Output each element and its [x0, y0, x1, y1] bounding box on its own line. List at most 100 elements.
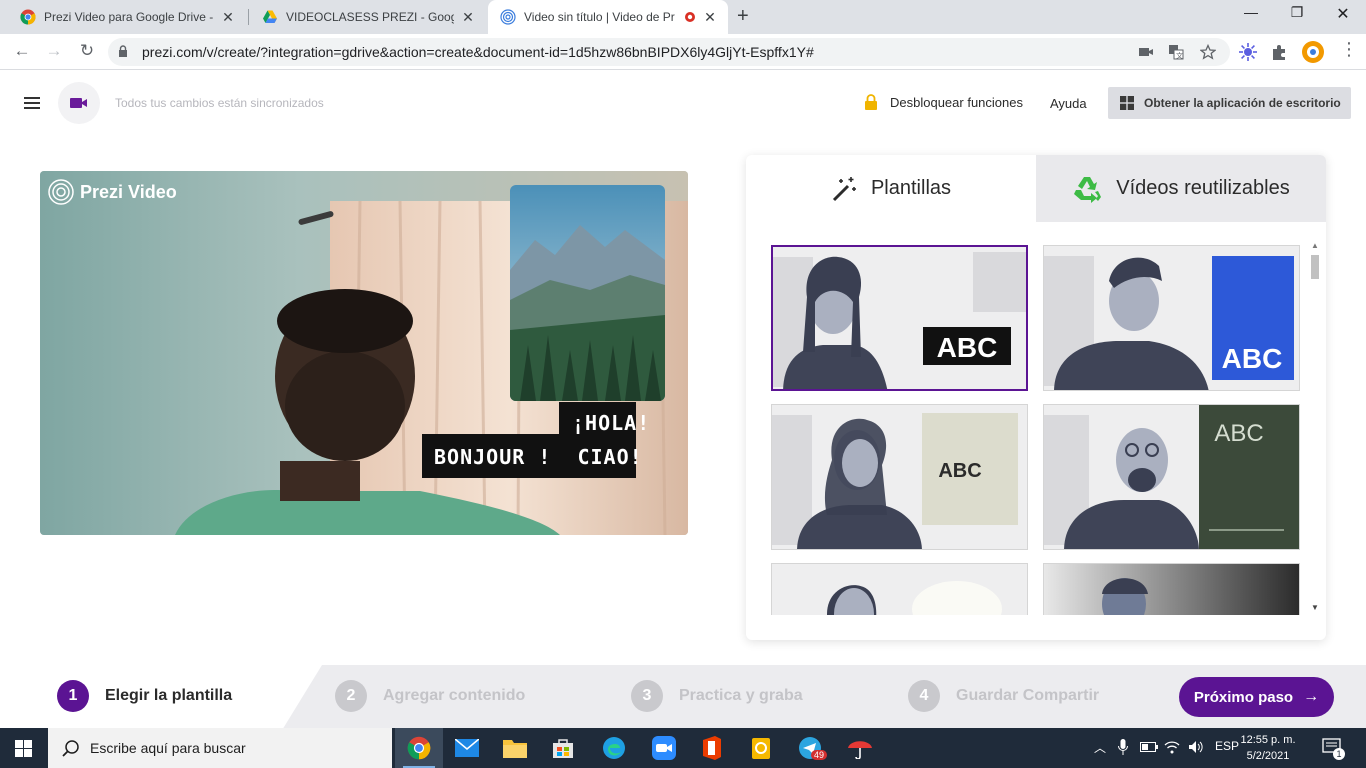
template-scrollbar[interactable]: ▲ ▼: [1309, 241, 1321, 615]
svg-text:文: 文: [1176, 51, 1183, 60]
arrow-right-icon: →: [1303, 688, 1320, 705]
taskbar-office[interactable]: [688, 728, 736, 768]
template-thumbnail[interactable]: ABC: [771, 245, 1028, 391]
taskbar-app-umbrella[interactable]: [836, 728, 884, 768]
reload-button[interactable]: ↻: [76, 41, 98, 61]
template-label: ABC: [938, 460, 981, 482]
new-tab-button[interactable]: +: [737, 5, 749, 28]
mountain-image: [510, 185, 665, 401]
tab-plantillas[interactable]: Plantillas: [746, 155, 1036, 222]
forward-button[interactable]: →: [43, 41, 65, 61]
profile-avatar-icon[interactable]: [1301, 40, 1325, 64]
minimize-button[interactable]: —: [1228, 4, 1274, 20]
app-header: Todos tus cambios están sincronizados De…: [0, 71, 1366, 135]
browser-tab-prezi-drive[interactable]: Prezi Video para Google Drive - C ✕: [8, 0, 246, 34]
camera-icon[interactable]: [1138, 44, 1154, 60]
tab-plantillas-label: Plantillas: [870, 177, 952, 199]
taskbar-telegram[interactable]: 49: [786, 728, 834, 768]
get-desktop-app-button[interactable]: Obtener la aplicación de escritorio: [1108, 87, 1351, 119]
help-link[interactable]: Ayuda: [1050, 96, 1087, 111]
prezi-icon: [500, 9, 516, 25]
unlock-label: Desbloquear funciones: [890, 94, 1023, 110]
template-thumbnail[interactable]: ABC: [771, 404, 1028, 550]
tab-videos-reutilizables[interactable]: Vídeos reutilizables: [1036, 155, 1326, 222]
search-placeholder: Escribe aquí para buscar: [90, 740, 246, 756]
volume-icon[interactable]: [1188, 740, 1204, 754]
sync-status: Todos tus cambios están sincronizados: [115, 96, 324, 110]
magic-wand-icon: [832, 176, 856, 201]
video-camera-icon: [70, 98, 87, 108]
browser-tab-google-drive[interactable]: VIDEOCLASESS PREZI - Google D ✕: [250, 0, 486, 34]
close-tab-icon[interactable]: ✕: [702, 9, 718, 26]
close-window-button[interactable]: ✕: [1320, 4, 1366, 24]
unlock-features-button[interactable]: Desbloquear funciones: [864, 94, 1023, 110]
taskbar-search-box[interactable]: Escribe aquí para buscar: [48, 728, 392, 768]
clock-date: 5/2/2021: [1246, 750, 1290, 762]
close-tab-icon[interactable]: ✕: [220, 9, 236, 26]
folder-icon: [503, 740, 527, 758]
template-thumbnail[interactable]: [1043, 563, 1300, 615]
omnibox[interactable]: prezi.com/v/create/?integration=gdrive&a…: [108, 38, 1230, 66]
maximize-button[interactable]: ❐: [1274, 4, 1320, 21]
taskbar-file-explorer[interactable]: [491, 728, 539, 768]
tab-title: Video sin título | Video de Pr: [524, 10, 675, 24]
scrollbar-thumb[interactable]: [1311, 255, 1319, 279]
notes-icon: [752, 738, 770, 759]
template-thumbnail[interactable]: [771, 563, 1028, 615]
tab-title: Prezi Video para Google Drive - C: [44, 10, 214, 24]
windows-start-icon[interactable]: [15, 740, 32, 757]
taskbar-edge[interactable]: [590, 728, 638, 768]
next-step-button[interactable]: Próximo paso →: [1179, 677, 1334, 717]
close-tab-icon[interactable]: ✕: [460, 9, 476, 26]
step-3[interactable]: 3 Practica y graba: [631, 680, 803, 712]
extension-sun-icon[interactable]: [1238, 42, 1258, 62]
browser-menu-button[interactable]: ⋮: [1338, 39, 1360, 60]
battery-icon[interactable]: [1140, 741, 1158, 753]
template-thumbnail[interactable]: ABC: [1043, 404, 1300, 550]
steps-bar: 1 Elegir la plantilla 2 Agregar contenid…: [0, 665, 1366, 728]
bookmark-star-icon[interactable]: [1200, 44, 1216, 60]
tab-divider: [248, 9, 249, 25]
telegram-badge: 49: [811, 750, 828, 760]
taskbar-notes-app[interactable]: [737, 728, 785, 768]
prezi-logo-icon: [48, 179, 74, 205]
mail-icon: [455, 739, 479, 757]
browser-tab-strip: Prezi Video para Google Drive - C ✕ VIDE…: [0, 0, 1366, 34]
step-1[interactable]: 1 Elegir la plantilla: [57, 680, 232, 712]
video-project-button[interactable]: [58, 82, 100, 124]
recycle-icon: [1074, 176, 1102, 203]
chrome-icon: [407, 736, 431, 760]
wifi-icon[interactable]: [1164, 740, 1180, 754]
desktop-app-label: Obtener la aplicación de escritorio: [1144, 96, 1341, 110]
step-label: Elegir la plantilla: [105, 687, 233, 704]
search-icon: [62, 740, 79, 757]
tab-title: VIDEOCLASESS PREZI - Google D: [286, 10, 454, 24]
template-panel: Plantillas Vídeos reutilizables ABC ABC …: [746, 155, 1326, 640]
step-2[interactable]: 2 Agregar contenido: [335, 680, 525, 712]
scroll-down-arrow[interactable]: ▼: [1311, 603, 1319, 612]
notification-center-button[interactable]: 1: [1322, 738, 1345, 761]
taskbar-mail[interactable]: [443, 728, 491, 768]
translate-icon[interactable]: 文: [1168, 44, 1184, 60]
microphone-icon[interactable]: [1118, 739, 1128, 755]
taskbar-clock[interactable]: 12:55 p. m. 5/2/2021: [1238, 732, 1298, 764]
taskbar-zoom[interactable]: [640, 728, 688, 768]
hamburger-menu-icon[interactable]: [24, 97, 40, 109]
show-hidden-icons-chevron[interactable]: ︿: [1094, 739, 1106, 756]
padlock-icon: [865, 94, 877, 110]
tab-videos-label: Vídeos reutilizables: [1116, 177, 1290, 199]
step-number: 1: [57, 680, 89, 712]
greeting-bonjour-ciao: BONJOUR ! CIAO!: [422, 434, 642, 478]
step-4[interactable]: 4 Guardar Compartir: [908, 680, 1099, 712]
browser-tab-prezi-video[interactable]: Video sin título | Video de Pr ✕: [488, 0, 728, 34]
language-indicator[interactable]: ESP: [1215, 739, 1239, 753]
back-button[interactable]: ←: [11, 41, 33, 61]
panel-pointer: [717, 394, 747, 454]
extensions-puzzle-icon[interactable]: [1270, 42, 1290, 62]
step-number: 2: [335, 680, 367, 712]
scroll-up-arrow[interactable]: ▲: [1311, 241, 1319, 250]
taskbar-chrome[interactable]: [395, 728, 443, 768]
taskbar-store[interactable]: [539, 728, 587, 768]
template-thumbnail[interactable]: ABC: [1043, 245, 1300, 391]
windows-logo-icon: [1120, 96, 1134, 110]
